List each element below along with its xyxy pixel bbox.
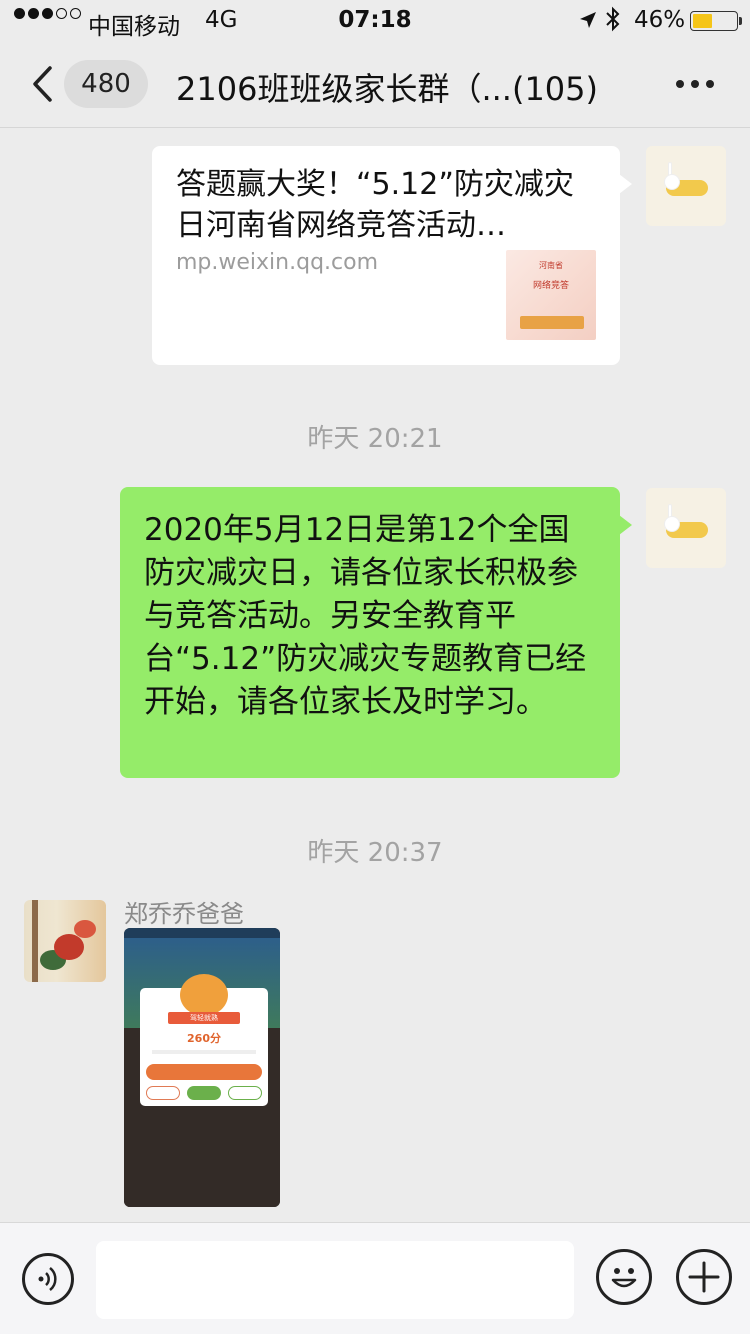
- chat-header: 480 2106班班级家长群（...(105): [0, 40, 750, 128]
- plus-icon[interactable]: [676, 1249, 732, 1305]
- image-message[interactable]: 驾轻就熟 260分: [124, 928, 280, 1207]
- emoji-icon[interactable]: [596, 1249, 652, 1305]
- image-pill-middle: [187, 1086, 221, 1100]
- battery-percent: 46%: [634, 7, 686, 33]
- image-status-strip: [124, 928, 280, 938]
- link-card-title: 答题赢大奖！“5.12”防灾减灾日河南省网络竞答活动…: [176, 167, 574, 243]
- image-score-text: 260分: [187, 1032, 221, 1045]
- text-message-bubble[interactable]: 2020年5月12日是第12个全国防灾减灾日，请各位家长积极参与竞答活动。另安全…: [120, 487, 632, 778]
- image-ribbon-text: 驾轻就熟: [168, 1012, 240, 1024]
- link-card-message[interactable]: 答题赢大奖！“5.12”防灾减灾日河南省网络竞答活动… mp.weixin.qq…: [152, 146, 632, 365]
- more-dots-icon[interactable]: [676, 80, 714, 88]
- sender-name: 郑乔乔爸爸: [124, 900, 244, 928]
- medal-icon: [180, 974, 228, 1016]
- message-timestamp: 昨天 20:37: [307, 838, 443, 868]
- location-arrow-icon: [580, 12, 596, 28]
- input-bar: [0, 1222, 750, 1334]
- my-avatar[interactable]: [646, 488, 726, 568]
- my-avatar[interactable]: [646, 146, 726, 226]
- message-input[interactable]: [96, 1241, 574, 1319]
- image-result-card: 驾轻就熟 260分: [140, 974, 268, 1106]
- status-bar: 中国移动 4G 07:18 46%: [0, 0, 750, 40]
- battery-fill: [693, 14, 713, 28]
- sender-avatar[interactable]: [24, 900, 106, 982]
- message-timestamp: 昨天 20:21: [307, 424, 443, 454]
- image-pill-right: [228, 1086, 262, 1100]
- link-card-source: mp.weixin.qq.com: [176, 250, 379, 275]
- unread-count-badge[interactable]: 480: [64, 60, 148, 108]
- chat-title: 2106班班级家长群（...(105): [176, 70, 599, 108]
- back-chevron-icon[interactable]: [30, 65, 54, 103]
- battery-icon: [690, 11, 742, 31]
- thumbnail-text-line2: 网络竞答: [532, 281, 569, 291]
- voice-icon[interactable]: [22, 1253, 74, 1305]
- thumbnail-button-graphic: [520, 316, 584, 329]
- thumbnail-text-line1: 河南省: [539, 261, 563, 270]
- image-orange-button: [146, 1064, 262, 1080]
- bluetooth-icon: [606, 6, 620, 32]
- image-pill-left: [146, 1086, 180, 1100]
- link-card-thumbnail: 河南省 网络竞答: [506, 250, 596, 340]
